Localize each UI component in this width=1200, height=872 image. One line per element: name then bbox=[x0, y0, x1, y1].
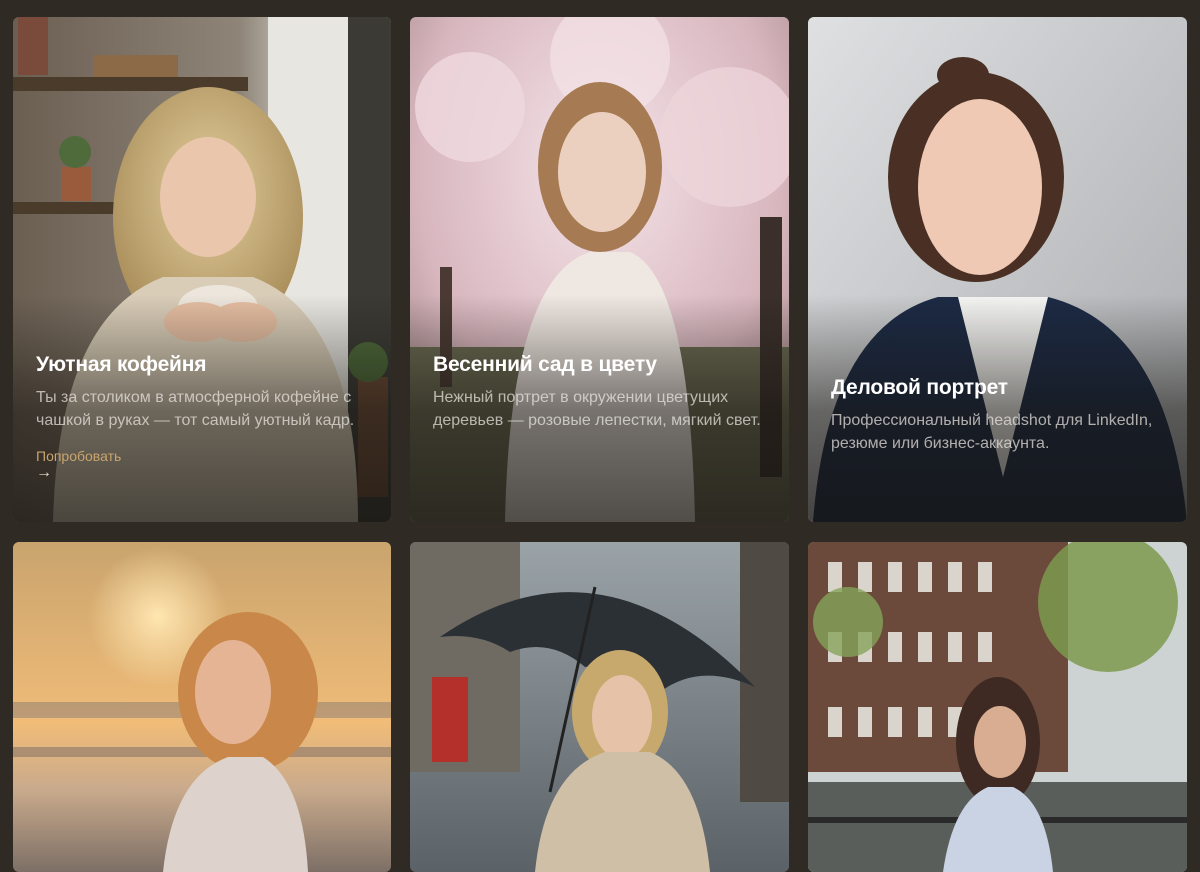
style-card-canal-street[interactable] bbox=[808, 542, 1187, 872]
card-shade bbox=[410, 17, 789, 522]
card-caption: Уютная кофейня Ты за столиком в атмосфер… bbox=[36, 352, 371, 482]
card-caption: Весенний сад в цвету Нежный портрет в ок… bbox=[433, 352, 769, 432]
style-gallery-grid: Уютная кофейня Ты за столиком в атмосфер… bbox=[0, 0, 1200, 872]
try-link[interactable]: Попробовать → bbox=[36, 448, 371, 482]
card-title: Деловой портрет bbox=[831, 376, 1008, 399]
style-card-cozy-cafe[interactable]: Уютная кофейня Ты за столиком в атмосфер… bbox=[13, 17, 391, 522]
card-description: Нежный портрет в окружении цветущих дере… bbox=[433, 389, 761, 429]
card-caption: Деловой портрет Профессиональный headsho… bbox=[831, 375, 1167, 455]
style-card-rain-umbrella[interactable] bbox=[410, 542, 789, 872]
card-description: Профессиональный headshot для LinkedIn, … bbox=[831, 412, 1153, 452]
rain-portrait-image bbox=[410, 542, 789, 872]
card-title: Весенний сад в цвету bbox=[433, 353, 657, 376]
card-title: Уютная кофейня bbox=[36, 353, 207, 376]
try-link-label: Попробовать bbox=[36, 448, 122, 464]
canal-portrait-image bbox=[808, 542, 1187, 872]
style-card-business-portrait[interactable]: Деловой портрет Профессиональный headsho… bbox=[808, 17, 1187, 522]
card-description: Ты за столиком в атмосферной кофейне с ч… bbox=[36, 389, 355, 429]
style-card-spring-garden[interactable]: Весенний сад в цвету Нежный портрет в ок… bbox=[410, 17, 789, 522]
style-card-sunset-beach[interactable] bbox=[13, 542, 391, 872]
beach-portrait-image bbox=[13, 542, 391, 872]
arrow-right-icon: → bbox=[36, 464, 52, 481]
